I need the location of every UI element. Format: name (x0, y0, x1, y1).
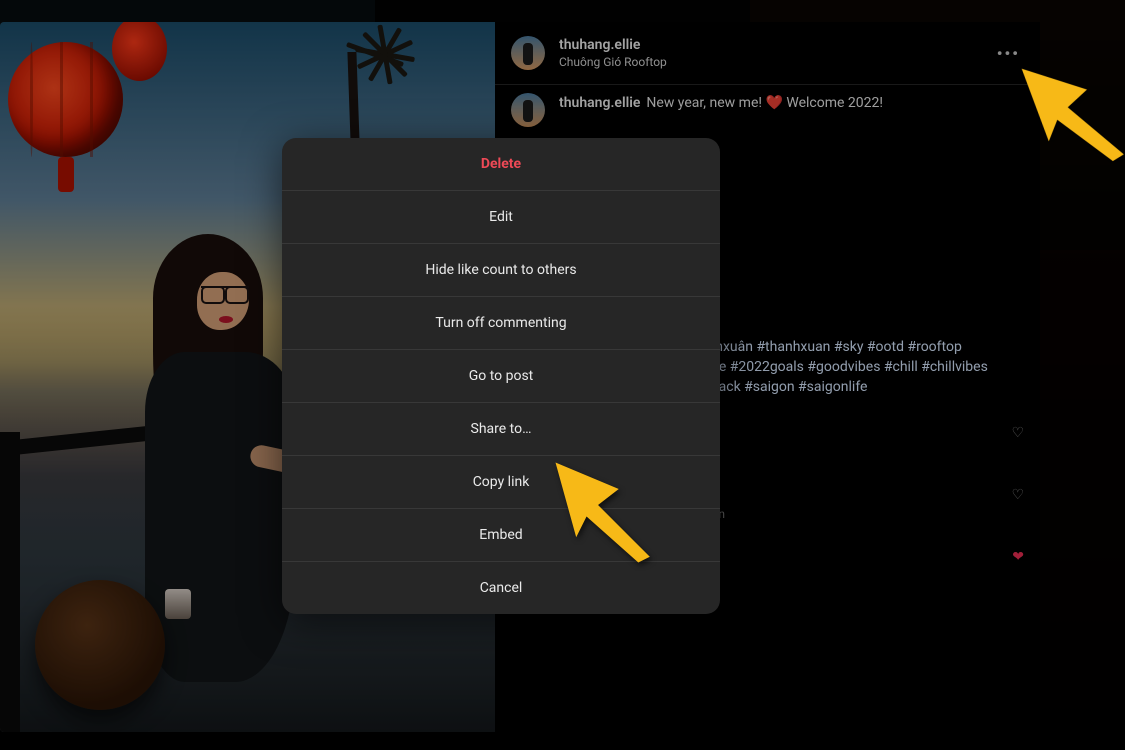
menu-item-edit[interactable]: Edit (282, 191, 720, 244)
menu-item-cancel[interactable]: Cancel (282, 562, 720, 614)
annotation-arrow-copy-link (544, 451, 659, 566)
annotation-arrow-more-options (1009, 48, 1125, 173)
menu-item-delete[interactable]: Delete (282, 138, 720, 191)
menu-item-go-to-post[interactable]: Go to post (282, 350, 720, 403)
menu-item-hide-like-count[interactable]: Hide like count to others (282, 244, 720, 297)
menu-item-turn-off-commenting[interactable]: Turn off commenting (282, 297, 720, 350)
menu-item-share-to[interactable]: Share to… (282, 403, 720, 456)
